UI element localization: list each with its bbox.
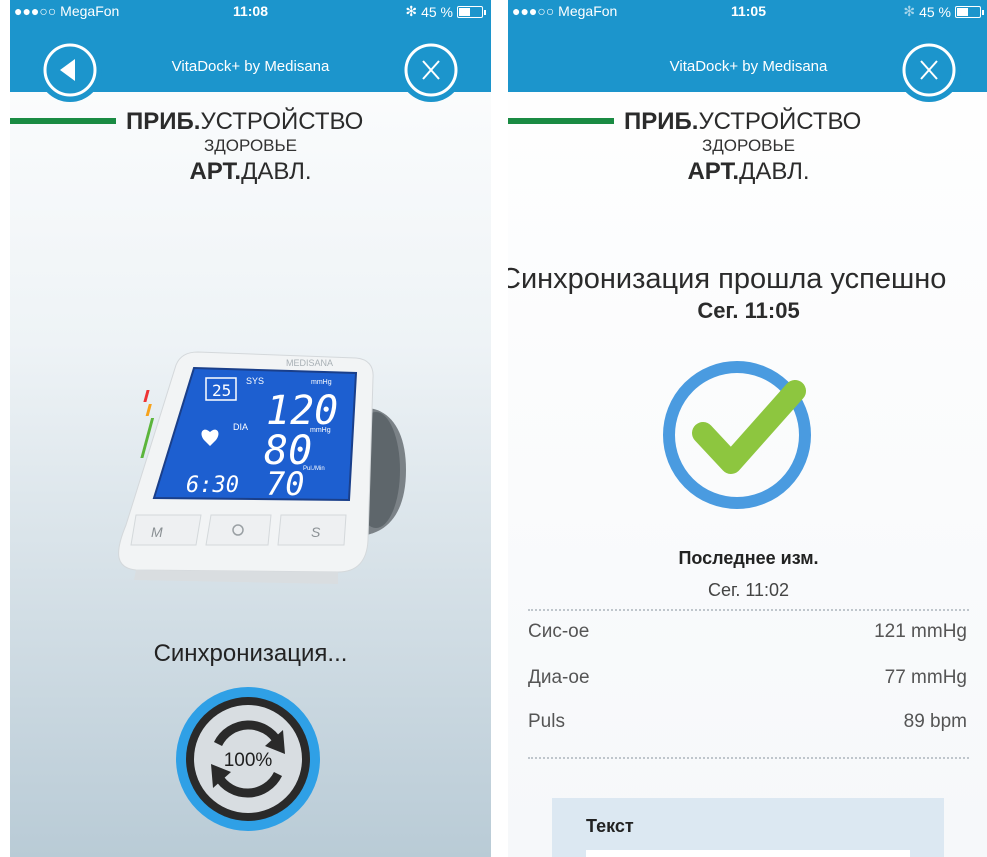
measurement-value: 89 bpm xyxy=(903,711,967,732)
progress-percent: 100% xyxy=(224,750,273,771)
divider xyxy=(528,757,969,759)
note-label: Текст xyxy=(586,816,634,836)
svg-text:M: M xyxy=(151,524,163,540)
note-panel: Текст xyxy=(552,798,944,857)
heading-line1: ПРИБ.УСТРОЙСТВО xyxy=(126,108,364,135)
sync-success-message: Синхронизация прошла успешно xyxy=(508,263,947,295)
close-icon xyxy=(404,43,458,97)
blood-pressure-monitor-image: MEDISANA SYS mmHg 120 DIA mmHg 80 Pul./M… xyxy=(118,351,406,584)
svg-text:mmHg: mmHg xyxy=(311,379,332,386)
nav-bar: VitaDock+ by Medisana xyxy=(508,22,987,102)
battery-indicator: ✻ 45 % xyxy=(405,3,486,20)
battery-label: 45 % xyxy=(421,3,453,20)
heading-line1: ПРИБ.УСТРОЙСТВО xyxy=(624,108,862,135)
measurement-value: 77 mmHg xyxy=(884,667,967,688)
svg-text:SYS: SYS xyxy=(246,376,264,386)
measurement-value: 121 mmHg xyxy=(874,621,967,642)
svg-text:Pul./Min: Pul./Min xyxy=(303,466,325,472)
battery-label: 45 % xyxy=(919,3,951,20)
nav-bar: VitaDock+ by Medisana xyxy=(10,22,491,102)
pulse-display: 70 xyxy=(266,465,305,503)
status-bar: ●●●○○ MegaFon 11:08 ✻ 45 % xyxy=(10,0,491,22)
measurement-label: Сис-ое xyxy=(528,621,590,642)
svg-text:S: S xyxy=(311,524,321,540)
close-icon xyxy=(902,43,956,97)
close-button[interactable] xyxy=(897,38,961,102)
bluetooth-icon: ✻ xyxy=(903,3,916,19)
bluetooth-icon: ✻ xyxy=(405,3,418,19)
heading-line3: АРТ.ДАВЛ. xyxy=(687,158,810,185)
note-input[interactable] xyxy=(586,850,910,857)
measurement-label: Диа-ое xyxy=(528,667,590,688)
sync-success-screen: ●●●○○ MegaFon 11:05 ✻ 45 % VitaDock+ by … xyxy=(508,0,987,857)
success-check-icon xyxy=(663,361,811,509)
svg-text:25: 25 xyxy=(212,381,231,400)
measurement-row-systolic: Сис-ое 121 mmHg xyxy=(528,621,967,647)
time-display: 6:30 xyxy=(186,473,239,498)
last-measurement-title: Последнее изм. xyxy=(678,548,819,568)
measurement-label: Puls xyxy=(528,711,565,732)
heading-line3: АРТ.ДАВЛ. xyxy=(189,158,312,185)
heading-line2: ЗДОРОВЬЕ xyxy=(203,136,298,155)
svg-text:DIA: DIA xyxy=(233,422,248,432)
sync-progress-icon: 100% xyxy=(176,687,320,831)
battery-icon xyxy=(955,5,984,18)
sync-status-label: Синхронизация... xyxy=(153,640,348,667)
sync-progress-screen: ●●●○○ MegaFon 11:08 ✻ 45 % VitaDock+ by … xyxy=(10,0,491,857)
measurement-row-pulse: Puls 89 bpm xyxy=(528,711,967,737)
battery-indicator: ✻ 45 % xyxy=(903,3,984,20)
close-button[interactable] xyxy=(399,38,463,102)
svg-text:mmHg: mmHg xyxy=(310,427,331,434)
device-brand: MEDISANA xyxy=(286,358,333,368)
sync-time: Сег. 11:05 xyxy=(697,298,800,323)
accent-bar xyxy=(10,118,116,124)
accent-bar xyxy=(508,118,614,124)
last-measurement-time: Сег. 11:02 xyxy=(707,580,790,600)
battery-icon xyxy=(457,5,486,18)
heading-line2: ЗДОРОВЬЕ xyxy=(701,136,796,155)
measurement-row-diastolic: Диа-ое 77 mmHg xyxy=(528,667,967,693)
divider xyxy=(528,609,969,611)
status-bar: ●●●○○ MegaFon 11:05 ✻ 45 % xyxy=(508,0,987,22)
